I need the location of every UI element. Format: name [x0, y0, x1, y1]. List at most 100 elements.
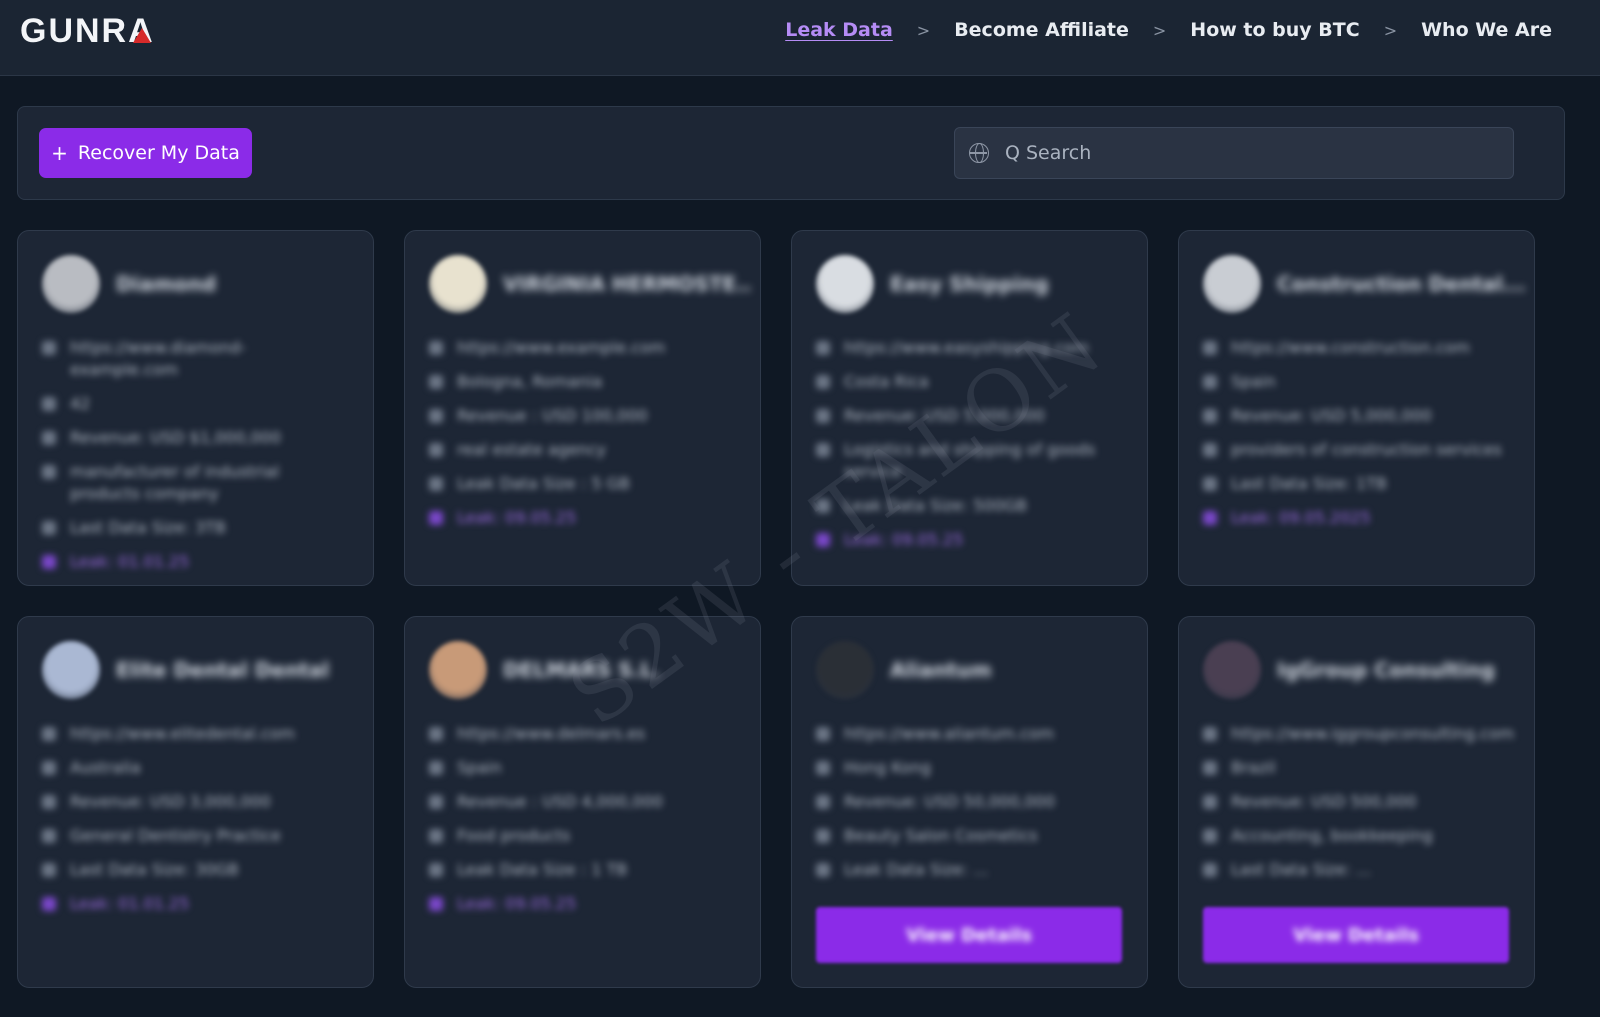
nav-separator-icon: > — [916, 20, 931, 40]
detail-row: https://www.diamond-example.com — [42, 337, 352, 381]
detail-text: Last Data Size: 1TB — [1231, 474, 1387, 493]
globe-icon — [969, 143, 989, 163]
info-icon — [816, 727, 830, 741]
info-icon — [1203, 761, 1217, 775]
nav-item-how-to-buy-btc[interactable]: How to buy BTC — [1190, 19, 1359, 41]
victim-card[interactable]: IgGroup Consulting https://www.iggroupcon… — [1178, 616, 1535, 988]
search-input[interactable] — [1005, 142, 1485, 164]
detail-text: Revenue: USD 5,000,000 — [1231, 406, 1432, 425]
info-icon — [429, 761, 443, 775]
detail-row: Revenue: USD 50,000,000 — [816, 791, 1126, 813]
gunra-logo[interactable]: GUNRA — [20, 12, 155, 51]
info-icon — [816, 443, 830, 457]
nav-item-who-we-are[interactable]: Who We Are — [1421, 19, 1552, 41]
info-icon — [1203, 443, 1217, 457]
detail-text: https://www.aliantum.com — [844, 724, 1055, 743]
detail-text: Revenue : USD 4,000,000 — [457, 792, 663, 811]
detail-row: https://www.elitedental.com — [42, 723, 352, 745]
avatar — [816, 255, 874, 313]
info-icon — [816, 341, 830, 355]
detail-row: Costa Rica — [816, 371, 1126, 393]
avatar — [816, 641, 874, 699]
detail-text: Last Data Size: ... — [1231, 860, 1372, 879]
info-icon — [42, 521, 56, 535]
card-details: https://www.aliantum.com Hong Kong Revenue… — [816, 723, 1126, 893]
detail-row: Revenue: USD 5,000,000 — [1203, 405, 1513, 427]
info-icon — [429, 443, 443, 457]
detail-text: Leak: 09.05.2025 — [1231, 508, 1371, 527]
card-details: https://www.elitedental.com Australia Reve… — [42, 723, 352, 927]
nav-item-become-affiliate[interactable]: Become Affiliate — [954, 19, 1129, 41]
detail-text: providers of construction services — [1231, 440, 1502, 459]
info-icon — [1203, 795, 1217, 809]
card-details: https://www.easyshipping.com Costa Rica Re… — [816, 337, 1126, 563]
search-box[interactable] — [954, 127, 1514, 179]
detail-row: Revenue : USD 4,000,000 — [429, 791, 739, 813]
plus-icon: + — [51, 141, 68, 165]
info-icon — [42, 795, 56, 809]
detail-row: Last Data Size: 30GB — [42, 859, 352, 881]
victim-card[interactable]: Diamond https://www.diamond-example.com 42… — [17, 230, 374, 586]
detail-text: Leak: 09.05.25 — [457, 508, 577, 527]
info-icon — [429, 727, 443, 741]
card-title: Easy Shipping — [890, 272, 1049, 296]
leak-date-row: Leak: 09.05.25 — [429, 507, 739, 529]
detail-text: Spain — [457, 758, 502, 777]
detail-text: Accounting, bookkeeping — [1231, 826, 1433, 845]
detail-text: Leak Data Size: ... — [844, 860, 989, 879]
detail-text: https://www.delmars.es — [457, 724, 646, 743]
victim-card[interactable]: Construction Dental... https://www.constr… — [1178, 230, 1535, 586]
detail-row: https://www.easyshipping.com — [816, 337, 1126, 359]
detail-text: https://www.construction.com — [1231, 338, 1470, 357]
victim-card[interactable]: Aliantum https://www.aliantum.com Hong Kon… — [791, 616, 1148, 988]
info-icon — [42, 727, 56, 741]
detail-text: Revenue: USD 3,000,000 — [70, 792, 271, 811]
detail-row: Hong Kong — [816, 757, 1126, 779]
detail-text: Leak: 01.01.25 — [70, 894, 190, 913]
detail-text: Logistics and shipping of goods service — [844, 440, 1096, 481]
detail-row: Revenue: USD 5,000,000 — [816, 405, 1126, 427]
info-icon — [1203, 341, 1217, 355]
detail-text: Costa Rica — [844, 372, 929, 391]
victim-card[interactable]: Easy Shipping https://www.easyshipping.co… — [791, 230, 1148, 586]
detail-text: Hong Kong — [844, 758, 931, 777]
info-icon — [429, 795, 443, 809]
detail-text: Last Data Size: 3TB — [70, 518, 226, 537]
card-title: DELMARS S.L. — [503, 658, 661, 682]
detail-row: Revenue: USD 3,000,000 — [42, 791, 352, 813]
detail-row: Revenue: USD 500,000 — [1203, 791, 1513, 813]
card-header: Easy Shipping — [816, 255, 1049, 313]
card-details: https://www.construction.com Spain Revenue… — [1203, 337, 1513, 541]
avatar — [42, 641, 100, 699]
detail-row: Leak Data Size : 5 GB — [429, 473, 739, 495]
detail-row: providers of construction services — [1203, 439, 1513, 461]
detail-row: https://www.iggroupconsulting.com — [1203, 723, 1514, 745]
view-details-button[interactable]: View Details — [1203, 907, 1509, 963]
victim-card[interactable]: Elite Dental Dental https://www.elitedent… — [17, 616, 374, 988]
detail-text: Leak Data Size : 5 GB — [457, 474, 630, 493]
detail-text: https://www.diamond-example.com — [70, 338, 247, 379]
detail-text: https://www.easyshipping.com — [844, 338, 1089, 357]
detail-row: Beauty Salon Cosmetics — [816, 825, 1126, 847]
info-icon — [1203, 863, 1217, 877]
detail-text: Last Data Size: 30GB — [70, 860, 239, 879]
card-details: https://www.diamond-example.com 42 Revenue… — [42, 337, 352, 585]
card-header: Diamond — [42, 255, 216, 313]
card-title: IgGroup Consulting — [1277, 658, 1495, 682]
detail-row: General Dentistry Practice — [42, 825, 352, 847]
victim-card[interactable]: VIRGINIA HERMOSTE... https://www.example.… — [404, 230, 761, 586]
card-title: Aliantum — [890, 658, 992, 682]
nav-item-leak-data[interactable]: Leak Data — [785, 19, 893, 41]
detail-row: Spain — [1203, 371, 1513, 393]
info-icon — [816, 409, 830, 423]
card-header: DELMARS S.L. — [429, 641, 661, 699]
card-header: Aliantum — [816, 641, 992, 699]
view-details-button[interactable]: View Details — [816, 907, 1122, 963]
victim-card[interactable]: DELMARS S.L. https://www.delmars.es Spain R… — [404, 616, 761, 988]
detail-row: Last Data Size: 1TB — [1203, 473, 1513, 495]
info-icon — [429, 477, 443, 491]
info-icon — [816, 795, 830, 809]
info-icon — [1203, 409, 1217, 423]
calendar-icon — [42, 555, 56, 569]
recover-my-data-button[interactable]: + Recover My Data — [39, 128, 252, 178]
